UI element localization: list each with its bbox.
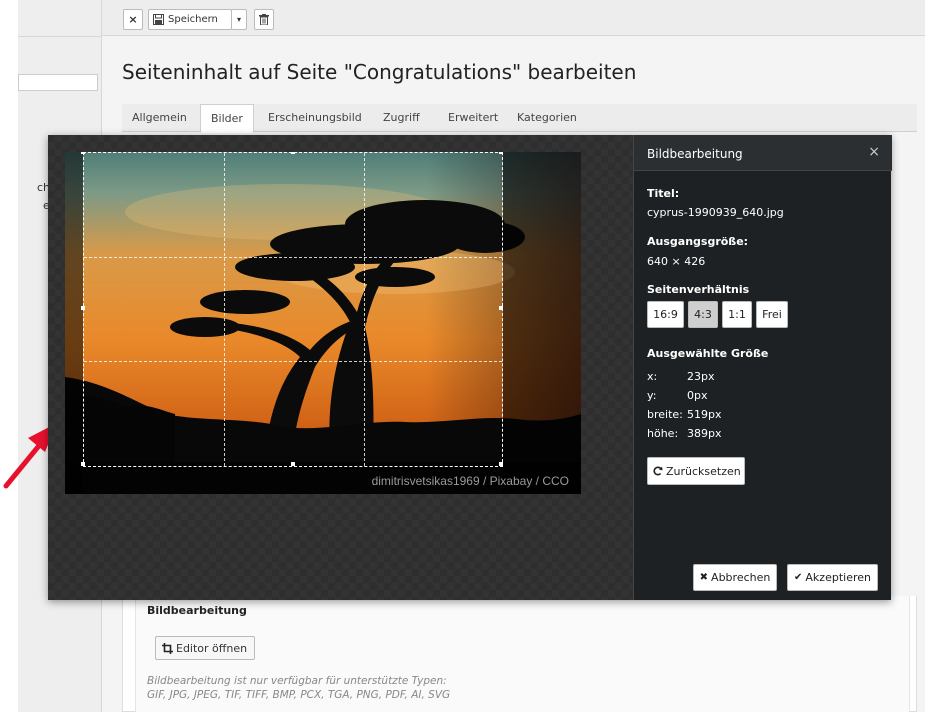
crop-handle-n[interactable] (291, 152, 295, 154)
close-button[interactable]: × (123, 9, 143, 30)
reset-label: Zurücksetzen (666, 464, 741, 478)
hint-line-2: GIF, JPG, JPEG, TIF, TIFF, BMP, PCX, TGA… (147, 689, 451, 701)
height-value: 389px (687, 427, 722, 440)
accept-label: Akzeptieren (805, 571, 871, 584)
height-key: höhe: (647, 427, 679, 440)
grid-line-h2 (84, 361, 502, 362)
open-editor-label: Editor öffnen (176, 641, 248, 655)
image-editing-section: Bildbearbeitung Editor öffnen Bildbearbe… (122, 596, 917, 712)
save-dropdown-button[interactable]: ▾ (231, 9, 247, 30)
y-key: y: (647, 389, 657, 402)
cancel-button[interactable]: ✖ Abbrechen (693, 564, 777, 591)
section-title: Bildbearbeitung (147, 604, 247, 617)
ratio-4-3-button[interactable]: 4:3 (688, 301, 718, 328)
left-edge (0, 0, 18, 712)
refresh-icon (653, 466, 663, 476)
modal-close-button[interactable]: × (868, 144, 880, 160)
crop-handle-w[interactable] (81, 306, 85, 310)
tab-bar: Allgemein Bilder Erscheinungsbild Zugrif… (122, 104, 917, 133)
page-title: Seiteninhalt auf Seite "Congratulations"… (122, 60, 637, 84)
selected-height: höhe: 389px (647, 427, 722, 440)
photo: dimitrisvetsikas1969 / Pixabay / CCO (65, 152, 581, 494)
image-editor-modal: dimitrisvetsikas1969 / Pixabay / CCO Bil… (48, 135, 892, 600)
delete-button[interactable] (254, 9, 274, 30)
tab-erweitert[interactable]: Erweitert (438, 104, 508, 132)
crop-handle-ne[interactable] (499, 152, 503, 154)
image-credit: dimitrisvetsikas1969 / Pixabay / CCO (371, 474, 569, 488)
ratio-1-1-button[interactable]: 1:1 (722, 301, 752, 328)
toolbar: × Speichern ▾ (102, 0, 925, 36)
crop-handle-s[interactable] (291, 462, 295, 466)
hint-line-1: Bildbearbeitung ist nur verfügbar für un… (147, 675, 447, 687)
cancel-label: Abbrechen (711, 571, 771, 584)
selected-width: breite: 519px (647, 408, 722, 421)
tab-bilder[interactable]: Bilder (200, 104, 254, 133)
grid-line-h1 (84, 257, 502, 258)
x-value: 23px (687, 370, 715, 383)
left-separator (18, 36, 102, 37)
save-button[interactable]: Speichern (148, 9, 232, 30)
trash-icon (259, 14, 269, 25)
x-key: x: (647, 370, 658, 383)
modal-title: Bildbearbeitung (647, 147, 743, 161)
crop-canvas: dimitrisvetsikas1969 / Pixabay / CCO (48, 135, 633, 600)
chevron-down-icon: ▾ (236, 15, 241, 24)
sidebar-header: Bildbearbeitung × (634, 135, 892, 171)
y-value: 0px (687, 389, 708, 402)
aspect-ratio-label: Seitenverhältnis (647, 283, 750, 296)
width-value: 519px (687, 408, 722, 421)
crop-handle-sw[interactable] (81, 462, 85, 466)
times-icon: ✖ (699, 572, 709, 583)
check-icon: ✔ (794, 572, 803, 583)
editor-sidebar: Bildbearbeitung × Titel: cyprus-1990939_… (633, 135, 892, 600)
save-icon (153, 14, 164, 25)
original-size-label: Ausgangsgröße: (647, 235, 749, 248)
crop-handle-se[interactable] (499, 462, 503, 466)
ratio-16-9-button[interactable]: 16:9 (647, 301, 684, 328)
title-label: Titel: (647, 187, 680, 200)
title-value: cyprus-1990939_640.jpg (647, 206, 784, 219)
ratio-free-button[interactable]: Frei (756, 301, 788, 328)
crop-area[interactable] (81, 152, 503, 467)
selected-y: y: 0px (647, 389, 708, 402)
image-editing-panel: Bildbearbeitung Editor öffnen Bildbearbe… (135, 596, 910, 712)
tab-kategorien[interactable]: Kategorien (507, 104, 587, 132)
close-icon: × (868, 144, 880, 160)
original-size-value: 640 × 426 (647, 255, 706, 268)
crop-handle-nw[interactable] (81, 152, 85, 154)
grid-line-v2 (364, 153, 365, 466)
tab-erscheinungsbild[interactable]: Erscheinungsbild (258, 104, 372, 132)
selected-x: x: 23px (647, 370, 715, 383)
left-search-field[interactable] (18, 74, 98, 91)
open-editor-button[interactable]: Editor öffnen (155, 636, 255, 660)
tab-allgemein[interactable]: Allgemein (122, 104, 197, 132)
crop-mask-left (65, 152, 83, 494)
width-key: breite: (647, 408, 683, 421)
close-icon: × (128, 13, 138, 26)
reset-button[interactable]: Zurücksetzen (647, 457, 745, 485)
grid-line-v1 (224, 153, 225, 466)
crop-mask-right (503, 152, 581, 494)
tab-zugriff[interactable]: Zugriff (373, 104, 430, 132)
crop-icon (162, 642, 173, 654)
supported-types-hint: Bildbearbeitung ist nur verfügbar für un… (147, 674, 887, 702)
selected-size-label: Ausgewählte Größe (647, 347, 769, 360)
accept-button[interactable]: ✔ Akzeptieren (787, 564, 878, 591)
crop-handle-e[interactable] (499, 306, 503, 310)
save-label: Speichern (168, 14, 218, 25)
